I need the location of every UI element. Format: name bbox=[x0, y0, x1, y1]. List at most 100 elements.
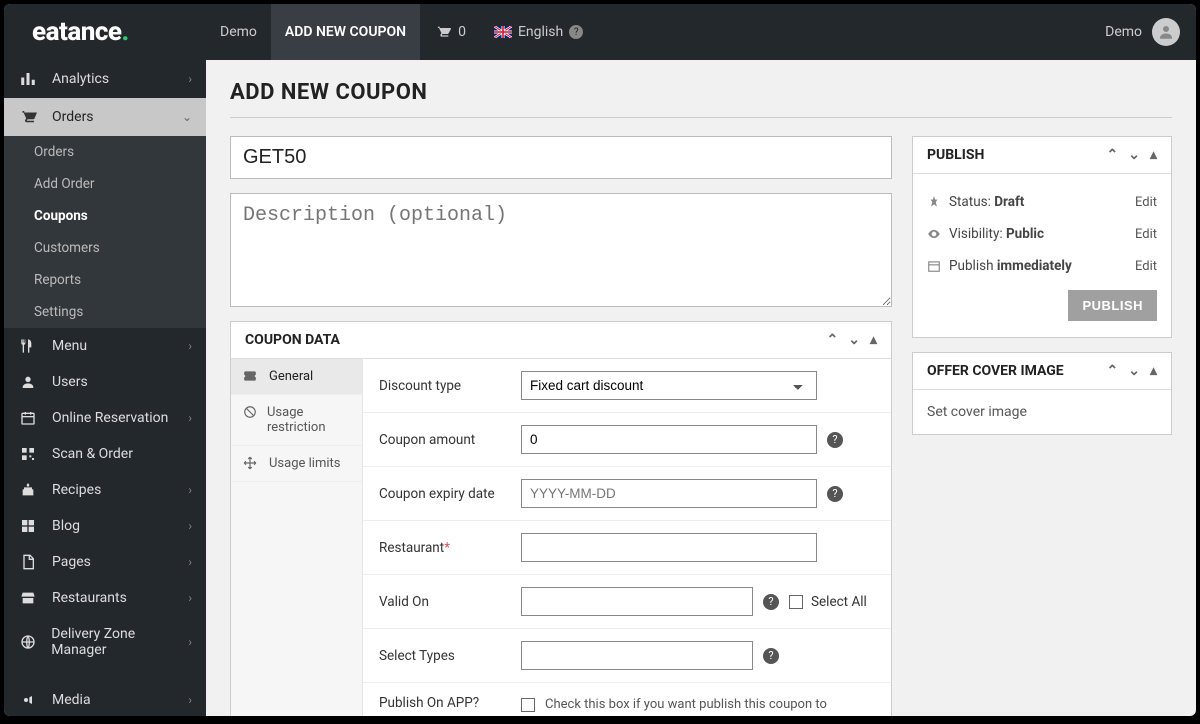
sidebar-label: Analytics bbox=[52, 71, 109, 87]
tab-usage-limits[interactable]: Usage limits bbox=[231, 446, 362, 482]
help-icon: ? bbox=[569, 25, 583, 39]
label-valid-on: Valid On bbox=[379, 594, 507, 610]
label-restaurant: Restaurant* bbox=[379, 540, 507, 556]
brand-logo[interactable]: eatance. bbox=[4, 17, 206, 47]
select-all-checkbox[interactable] bbox=[789, 595, 803, 609]
help-icon[interactable]: ? bbox=[763, 648, 779, 664]
sidebar-sub-orders[interactable]: Orders bbox=[4, 136, 206, 168]
publish-app-hint: Check this box if you want publish this … bbox=[545, 695, 865, 716]
select-types-input[interactable] bbox=[521, 641, 753, 670]
grid-icon bbox=[18, 518, 38, 534]
panel-title: COUPON DATA bbox=[245, 332, 340, 348]
sidebar-item-orders[interactable]: Orders ⌄ bbox=[4, 98, 206, 136]
help-icon[interactable]: ? bbox=[763, 594, 779, 610]
sidebar-sub-reports[interactable]: Reports bbox=[4, 264, 206, 296]
label-discount-type: Discount type bbox=[379, 378, 507, 394]
panel-collapse-icon[interactable]: ▴ bbox=[1150, 363, 1157, 379]
brand-text: eatance bbox=[32, 17, 121, 47]
coupon-amount-input[interactable] bbox=[521, 425, 817, 454]
avatar bbox=[1152, 18, 1180, 46]
publish-app-checkbox[interactable] bbox=[521, 698, 535, 712]
sidebar-label: Orders bbox=[52, 109, 94, 125]
label-coupon-amount: Coupon amount bbox=[379, 432, 507, 448]
sidebar-item-users[interactable]: Users bbox=[4, 364, 206, 400]
sidebar-sub-settings[interactable]: Settings bbox=[4, 296, 206, 328]
help-icon[interactable]: ? bbox=[827, 486, 843, 502]
sidebar-item-delivery[interactable]: Delivery Zone Manager › bbox=[4, 616, 206, 668]
cart-button[interactable]: 0 bbox=[420, 24, 480, 40]
sidebar-item-pages[interactable]: Pages › bbox=[4, 544, 206, 580]
set-cover-link[interactable]: Set cover image bbox=[927, 404, 1027, 420]
sidebar-item-recipes[interactable]: Recipes › bbox=[4, 472, 206, 508]
chevron-right-icon: › bbox=[188, 483, 192, 497]
chevron-right-icon: › bbox=[188, 591, 192, 605]
sidebar-sub-customers[interactable]: Customers bbox=[4, 232, 206, 264]
sidebar-label: Delivery Zone Manager bbox=[51, 626, 188, 658]
page-title: ADD NEW COUPON bbox=[230, 80, 1172, 118]
chevron-right-icon: › bbox=[188, 555, 192, 569]
help-icon[interactable]: ? bbox=[827, 432, 843, 448]
calendar-icon bbox=[927, 259, 949, 273]
expiry-input[interactable] bbox=[521, 479, 817, 508]
panel-up-icon[interactable]: ⌃ bbox=[1107, 147, 1119, 163]
cart-count: 0 bbox=[458, 24, 466, 40]
panel-down-icon[interactable]: ⌄ bbox=[848, 332, 860, 348]
coupon-description-input[interactable] bbox=[230, 193, 892, 307]
user-menu[interactable]: Demo bbox=[1105, 18, 1196, 46]
publish-button[interactable]: PUBLISH bbox=[1068, 290, 1157, 321]
topnav-demo[interactable]: Demo bbox=[206, 4, 271, 60]
sidebar-label: Restaurants bbox=[52, 590, 127, 606]
brand-dot: . bbox=[121, 17, 128, 47]
panel-collapse-icon[interactable]: ▴ bbox=[870, 332, 877, 348]
edit-schedule-link[interactable]: Edit bbox=[1135, 259, 1157, 274]
coupon-code-input[interactable] bbox=[230, 136, 892, 179]
sidebar-item-analytics[interactable]: Analytics › bbox=[4, 60, 206, 98]
sidebar-item-menu[interactable]: Menu › bbox=[4, 328, 206, 364]
block-icon bbox=[243, 405, 257, 419]
qr-icon bbox=[18, 446, 38, 462]
sidebar-label: Blog bbox=[52, 518, 80, 534]
select-all-label: Select All bbox=[811, 594, 867, 610]
chevron-right-icon: › bbox=[188, 635, 192, 649]
sidebar-item-media[interactable]: Media › bbox=[4, 682, 206, 716]
sidebar-item-blog[interactable]: Blog › bbox=[4, 508, 206, 544]
restaurant-input[interactable] bbox=[521, 533, 817, 562]
user-icon bbox=[18, 374, 38, 390]
schedule-label: Publish immediately bbox=[949, 258, 1072, 274]
sidebar-item-scan[interactable]: Scan & Order bbox=[4, 436, 206, 472]
tab-usage-restriction[interactable]: Usage restriction bbox=[231, 395, 362, 446]
publish-panel: PUBLISH ⌃ ⌄ ▴ Status: Draft Edit bbox=[912, 136, 1172, 338]
coupon-data-panel: COUPON DATA ⌃ ⌄ ▴ General bbox=[230, 321, 892, 716]
sidebar-item-restaurants[interactable]: Restaurants › bbox=[4, 580, 206, 616]
topnav-add-coupon[interactable]: ADD NEW COUPON bbox=[271, 4, 420, 60]
sidebar-item-reservation[interactable]: Online Reservation › bbox=[4, 400, 206, 436]
sidebar-label: Media bbox=[52, 692, 91, 708]
chevron-right-icon: › bbox=[188, 519, 192, 533]
tab-general[interactable]: General bbox=[231, 359, 362, 395]
sidebar-sub-add-order[interactable]: Add Order bbox=[4, 168, 206, 200]
valid-on-input[interactable] bbox=[521, 587, 753, 616]
sidebar-label: Pages bbox=[52, 554, 91, 570]
cake-icon bbox=[18, 482, 38, 498]
calendar-icon bbox=[18, 410, 38, 426]
discount-type-select[interactable]: Fixed cart discount bbox=[521, 371, 817, 400]
sidebar-label: Users bbox=[52, 374, 88, 390]
chevron-right-icon: › bbox=[188, 72, 192, 86]
flag-icon bbox=[494, 26, 512, 38]
chevron-right-icon: › bbox=[188, 339, 192, 353]
panel-up-icon[interactable]: ⌃ bbox=[1107, 363, 1119, 379]
ticket-icon bbox=[243, 369, 259, 383]
edit-status-link[interactable]: Edit bbox=[1135, 195, 1157, 210]
sidebar-label: Online Reservation bbox=[52, 410, 168, 426]
panel-up-icon[interactable]: ⌃ bbox=[827, 332, 839, 348]
edit-visibility-link[interactable]: Edit bbox=[1135, 227, 1157, 242]
sidebar-sub-coupons[interactable]: Coupons bbox=[4, 200, 206, 232]
panel-collapse-icon[interactable]: ▴ bbox=[1150, 147, 1157, 163]
panel-down-icon[interactable]: ⌄ bbox=[1128, 147, 1140, 163]
language-selector[interactable]: English ? bbox=[480, 24, 597, 40]
media-icon bbox=[18, 692, 38, 708]
cover-image-panel: OFFER COVER IMAGE ⌃ ⌄ ▴ Set cover image bbox=[912, 352, 1172, 435]
globe-icon bbox=[18, 634, 37, 650]
language-label: English bbox=[518, 24, 563, 40]
panel-down-icon[interactable]: ⌄ bbox=[1128, 363, 1140, 379]
